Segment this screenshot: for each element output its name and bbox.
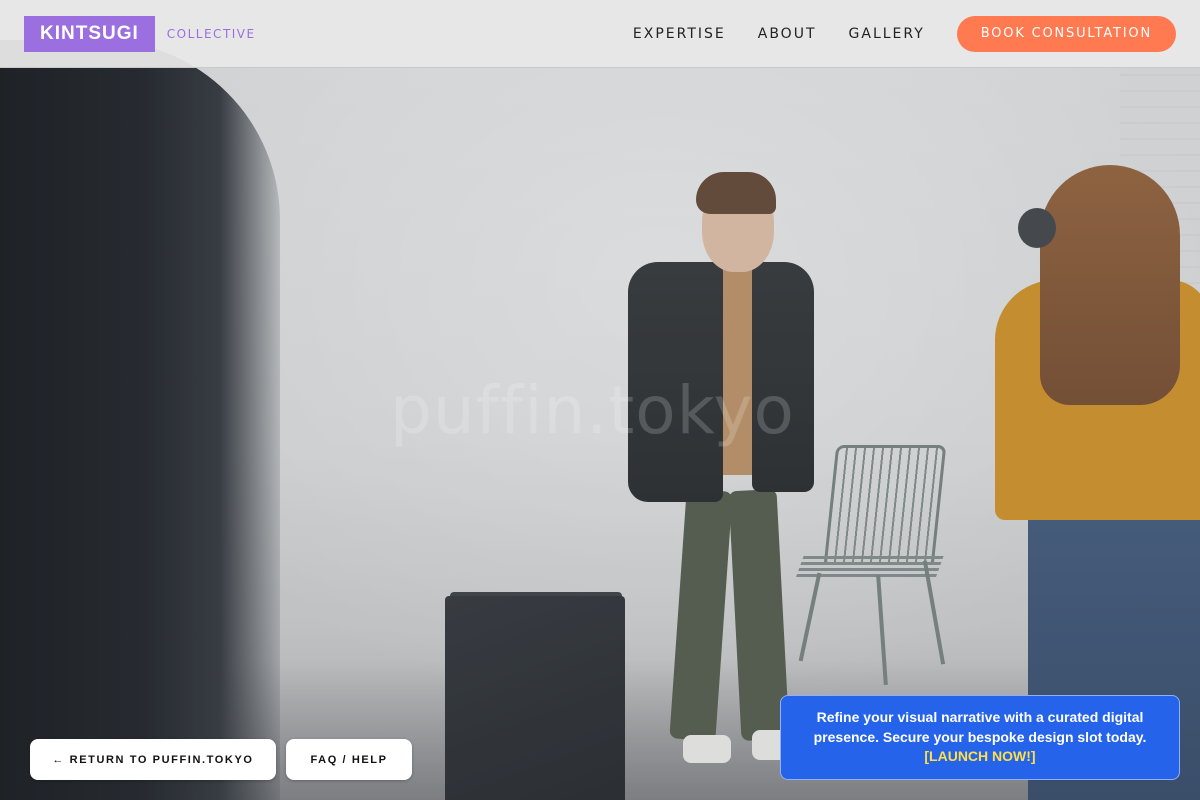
- launch-now-link[interactable]: [LAUNCH NOW!]: [801, 747, 1159, 767]
- nav-expertise[interactable]: EXPERTISE: [633, 26, 726, 42]
- nav-about[interactable]: ABOUT: [758, 26, 817, 42]
- promo-text: Refine your visual narrative with a cura…: [813, 709, 1147, 745]
- hero-photo: puffin.tokyo: [0, 0, 1200, 800]
- return-button[interactable]: ← RETURN TO PUFFIN.TOKYO: [30, 739, 276, 780]
- promo-banner[interactable]: Refine your visual narrative with a cura…: [780, 695, 1180, 780]
- logo-subtitle: COLLECTIVE: [166, 26, 256, 41]
- top-nav-bar: KINTSUGI COLLECTIVE EXPERTISE ABOUT GALL…: [0, 0, 1200, 68]
- book-consultation-button[interactable]: BOOK CONSULTATION: [956, 15, 1176, 52]
- watermark-text: puffin.tokyo: [390, 372, 795, 449]
- logo[interactable]: KINTSUGI: [24, 15, 155, 52]
- nav-gallery[interactable]: GALLERY: [849, 26, 925, 42]
- faq-help-button[interactable]: FAQ / HELP: [286, 739, 412, 780]
- main-nav: EXPERTISE ABOUT GALLERY BOOK CONSULTATIO…: [633, 15, 1176, 52]
